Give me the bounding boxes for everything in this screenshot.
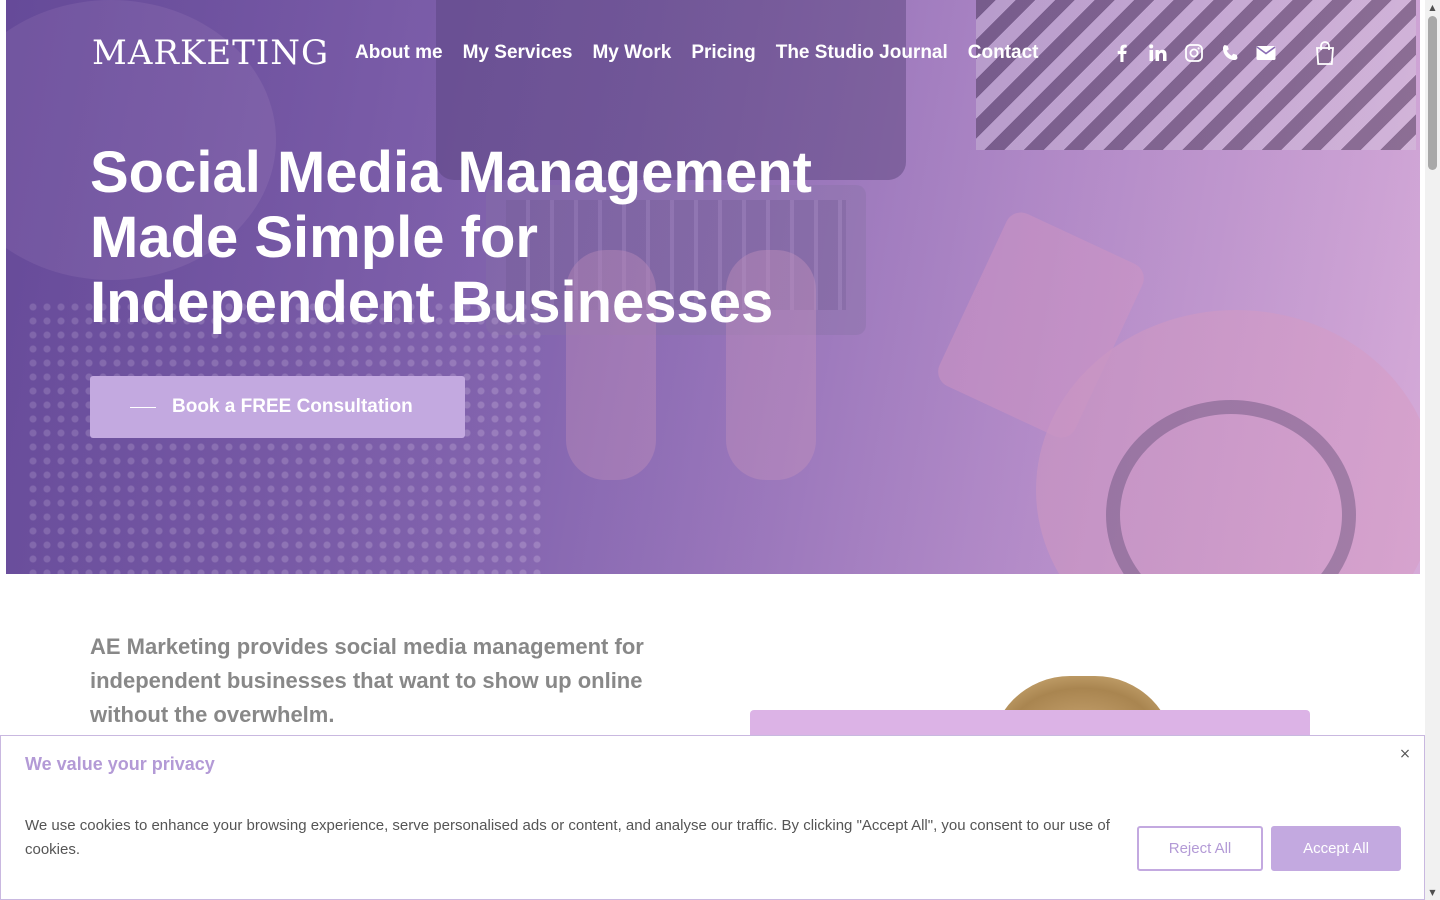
hero-headline-line-2: Made Simple for [90, 205, 538, 270]
cookie-banner-text: We use cookies to enhance your browsing … [25, 817, 1110, 858]
cookie-consent-banner: We value your privacy × We use cookies t… [0, 735, 1425, 900]
hero-headline: Social Media Management Made Simple for … [90, 140, 890, 335]
hero-section: MARKETING About me My Services My Work P… [6, 0, 1420, 574]
reject-all-button[interactable]: Reject All [1137, 826, 1263, 871]
accept-all-button[interactable]: Accept All [1271, 826, 1401, 871]
social-links [1112, 42, 1276, 64]
page-scrollbar[interactable]: ▲ ▼ [1425, 0, 1440, 900]
close-icon[interactable]: × [1395, 744, 1415, 764]
facebook-icon[interactable] [1112, 42, 1132, 64]
scroll-thumb[interactable] [1428, 16, 1437, 170]
site-logo[interactable]: MARKETING [92, 32, 328, 74]
scroll-down-arrow-icon[interactable]: ▼ [1425, 885, 1440, 900]
nav-link-my-work[interactable]: My Work [592, 40, 671, 66]
scroll-up-arrow-icon[interactable]: ▲ [1425, 0, 1440, 15]
linkedin-icon[interactable] [1148, 42, 1168, 64]
nav-link-studio-journal[interactable]: The Studio Journal [776, 40, 948, 66]
email-icon[interactable] [1256, 42, 1276, 64]
intro-paragraph: AE Marketing provides social media manag… [90, 634, 644, 727]
nav-link-about-me[interactable]: About me [355, 40, 443, 66]
book-consultation-label: Book a FREE Consultation [172, 396, 413, 417]
main-nav: About me My Services My Work Pricing The… [355, 40, 1039, 66]
instagram-icon[interactable] [1184, 42, 1204, 64]
nav-link-contact[interactable]: Contact [968, 40, 1039, 66]
nav-link-my-services[interactable]: My Services [463, 40, 573, 66]
hero-headline-line-1: Social Media Management [90, 140, 812, 205]
nav-link-pricing[interactable]: Pricing [691, 40, 755, 66]
phone-icon[interactable] [1220, 42, 1240, 64]
cookie-banner-title: We value your privacy [25, 754, 215, 774]
button-dash-decoration [130, 406, 156, 408]
book-consultation-button[interactable]: Book a FREE Consultation [90, 376, 465, 438]
hero-headline-line-3: Independent Businesses [90, 270, 774, 335]
shopping-bag-icon[interactable] [1314, 41, 1336, 65]
